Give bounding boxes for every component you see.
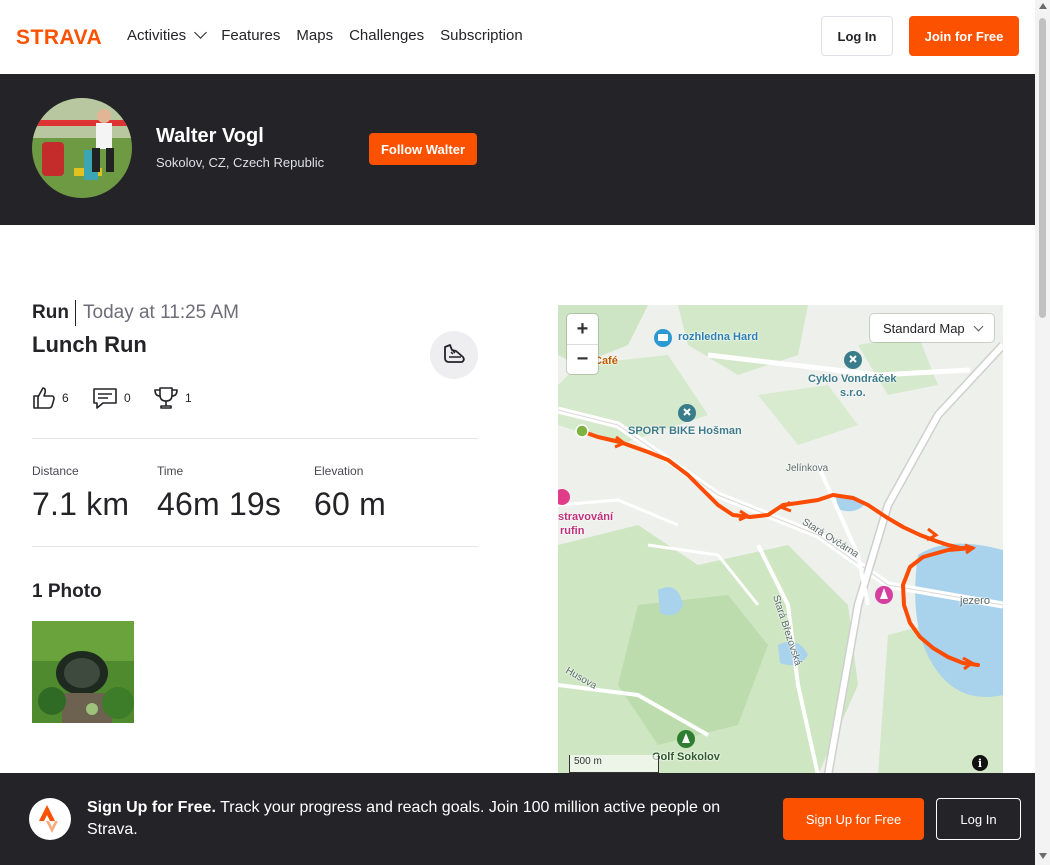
divider [75, 300, 76, 326]
map-scale: 500 m [569, 755, 659, 773]
signup-button[interactable]: Sign Up for Free [783, 798, 924, 840]
zoom-out-button[interactable]: − [567, 344, 598, 374]
page-scrollbar[interactable] [1035, 0, 1050, 865]
nav-subscription[interactable]: Subscription [440, 26, 523, 46]
nav-activities[interactable]: Activities [127, 26, 208, 46]
achievements-button[interactable]: 1 [153, 384, 192, 412]
stats-divider-bottom [32, 546, 478, 547]
athlete-avatar[interactable] [32, 98, 132, 198]
sport-type-badge [430, 331, 478, 379]
map-label-stravovani: stravování [558, 511, 614, 523]
avatar-photo [32, 98, 132, 198]
nav-features[interactable]: Features [221, 26, 280, 46]
nav-challenges[interactable]: Challenges [349, 26, 424, 46]
strava-logo-text: STRAVA [16, 26, 102, 48]
map-canvas [558, 305, 1003, 775]
map-type-select[interactable]: Standard Map [870, 314, 994, 342]
signup-banner: Sign Up for Free. Track your progress an… [0, 773, 1035, 865]
map-label-sportbike: SPORT BIKE Hošman [628, 425, 742, 437]
stat-elevation: Elevation 60 m [314, 464, 386, 523]
follow-button[interactable]: Follow Walter [369, 133, 477, 165]
chevron-down-icon [194, 26, 208, 39]
kudos-count: 6 [62, 391, 69, 405]
photos-heading: 1 Photo [32, 581, 102, 602]
running-shoe-icon [444, 344, 465, 363]
map-label-rufin: rufin [560, 525, 585, 537]
stat-label: Distance [32, 464, 79, 478]
nav-activities-label: Activities [127, 27, 187, 44]
chevron-down-icon [973, 321, 984, 331]
scroll-up-arrow-icon[interactable] [1039, 3, 1047, 9]
page: STRAVA Activities Features Maps Challeng… [0, 0, 1050, 865]
map-label-cyklo: Cyklo Vondráček [808, 373, 897, 385]
map-label-rozhledna: rozhledna Hard [678, 331, 759, 343]
achievements-count: 1 [185, 391, 192, 405]
stat-label: Elevation [314, 464, 364, 478]
activity-date: Today at 11:25 AM [83, 302, 239, 323]
activity-photo[interactable] [32, 621, 134, 723]
map-label-jelinkova: Jelínkova [786, 463, 829, 474]
map-label-cyklo-sro: s.r.o. [840, 387, 866, 399]
stat-value: 60 m [314, 486, 386, 522]
athlete-header: Walter Vogl Sokolov, CZ, Czech Republic … [0, 74, 1035, 225]
photo-image [32, 621, 134, 723]
map-type-label: Standard Map [883, 320, 965, 336]
nav-links: Activities Features Maps Challenges Subs… [127, 26, 539, 46]
trophy-icon [154, 387, 178, 409]
map-label-jezero: jezero [960, 595, 990, 607]
strava-chevron-icon [39, 805, 58, 833]
info-icon[interactable]: i [972, 755, 988, 771]
athlete-name[interactable]: Walter Vogl [156, 125, 264, 148]
signup-bold: Sign Up for Free. [87, 799, 216, 816]
activity-map[interactable]: rozhledna Hard Cyklo Vondráček s.r.o. SP… [558, 305, 1003, 775]
map-label-golf: Golf Sokolov [652, 751, 720, 763]
comment-icon [93, 388, 117, 409]
strava-badge-icon [29, 798, 71, 840]
comments-count: 0 [124, 391, 131, 405]
login-button[interactable]: Log In [821, 16, 893, 56]
top-nav: STRAVA Activities Features Maps Challeng… [0, 0, 1035, 74]
thumbs-up-icon [33, 387, 55, 409]
signup-login-button[interactable]: Log In [936, 798, 1021, 840]
kudos-button[interactable]: 6 [32, 384, 69, 412]
comments-button[interactable]: 0 [92, 384, 131, 412]
stats-divider-top [32, 438, 478, 439]
stat-time: Time 46m 19s [157, 464, 281, 523]
scroll-down-arrow-icon[interactable] [1039, 853, 1047, 859]
route-start-marker [575, 424, 589, 438]
nav-maps[interactable]: Maps [296, 26, 333, 46]
map-zoom-control: + − [567, 314, 598, 374]
zoom-in-button[interactable]: + [567, 314, 598, 344]
athlete-location: Sokolov, CZ, Czech Republic [156, 155, 325, 170]
activity-title: Lunch Run [32, 332, 147, 357]
stat-label: Time [157, 464, 184, 478]
signup-message: Sign Up for Free. Track your progress an… [87, 797, 757, 841]
activity-type: Run [32, 302, 69, 323]
stat-value: 7.1 km [32, 486, 130, 522]
join-button[interactable]: Join for Free [909, 16, 1019, 56]
scroll-thumb[interactable] [1039, 18, 1046, 318]
strava-logo[interactable]: STRAVA [16, 24, 112, 48]
stat-value: 46m 19s [157, 486, 282, 522]
stat-distance: Distance 7.1 km [32, 464, 129, 523]
